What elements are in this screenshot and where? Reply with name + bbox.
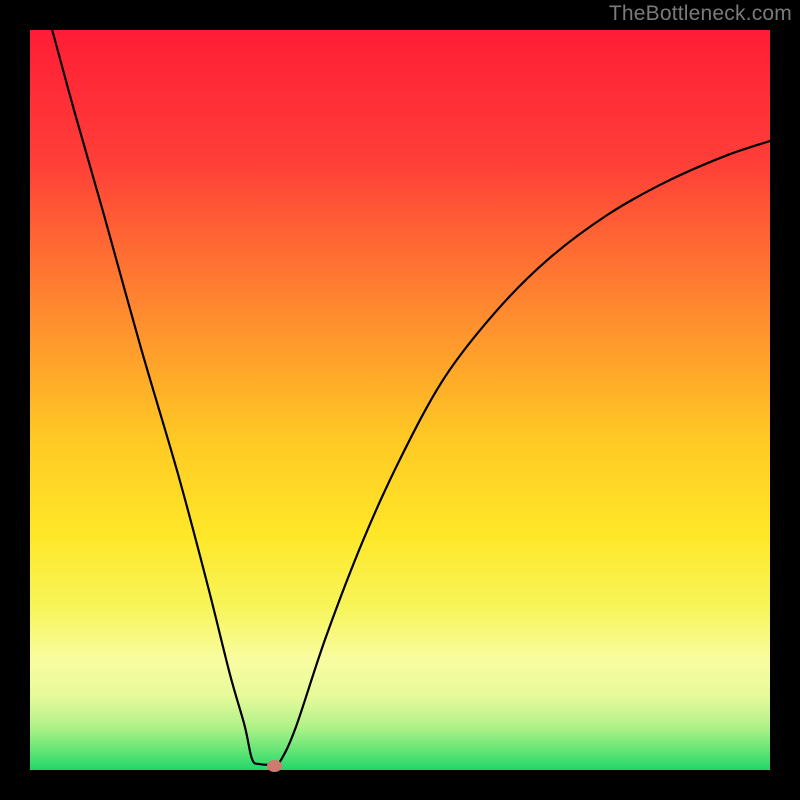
chart-frame: TheBottleneck.com — [0, 0, 800, 800]
plot-area — [30, 30, 770, 770]
gradient-background — [30, 30, 770, 770]
watermark-text: TheBottleneck.com — [609, 2, 792, 26]
chart-svg — [30, 30, 770, 770]
optimal-point-marker — [267, 760, 282, 772]
